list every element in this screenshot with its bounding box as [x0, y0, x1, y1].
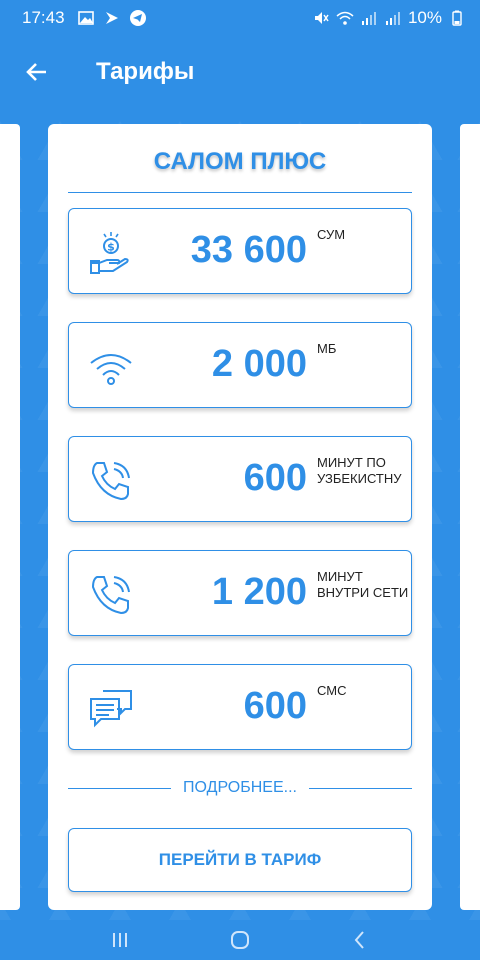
more-details-label: ПОДРОБНЕЕ... — [183, 779, 297, 796]
feature-price: $ 33 600 СУМ — [68, 208, 412, 294]
feature-value: 33 600 — [190, 229, 307, 271]
feature-internet: 2 000 МБ — [68, 322, 412, 408]
next-plan-card[interactable] — [460, 124, 480, 910]
battery-icon — [448, 9, 466, 27]
feature-value: 1 200 — [211, 571, 307, 613]
feature-minutes-country: 600 МИНУТ ПО УЗБЕКИСТНУ — [68, 436, 412, 522]
app-bar: Тарифы — [0, 36, 480, 108]
feature-unit: СУМ — [317, 227, 346, 242]
phone-icon — [87, 571, 135, 619]
status-bar: 17:43 10% — [0, 0, 480, 36]
sms-icon — [87, 685, 135, 733]
previous-plan-card[interactable] — [0, 124, 20, 910]
feature-value: 2 000 — [211, 343, 307, 385]
flag-icon — [103, 9, 121, 27]
feature-value: 600 — [243, 457, 307, 499]
feature-unit: МИНУТ ПО УЗБЕКИСТНУ — [317, 455, 402, 486]
recent-apps-button[interactable] — [100, 920, 140, 960]
plan-divider — [68, 192, 412, 193]
back-nav-button[interactable] — [340, 920, 380, 960]
money-hand-icon: $ — [87, 229, 135, 277]
feature-unit: МИНУТ ВНУТРИ СЕТИ — [317, 569, 409, 600]
status-time: 17:43 — [22, 8, 65, 27]
svg-text:$: $ — [107, 241, 115, 254]
page-title: Тарифы — [96, 58, 195, 85]
plan-card: САЛОМ ПЛЮС $ 33 600 СУМ 2 000 МБ 600 МИН… — [48, 124, 432, 910]
system-nav-bar — [0, 920, 480, 960]
arrow-left-icon — [26, 63, 46, 81]
back-button[interactable] — [0, 36, 74, 108]
divider-line — [308, 787, 412, 789]
go-to-tariff-button[interactable]: ПЕРЕЙТИ В ТАРИФ — [68, 828, 412, 892]
wifi-status-icon — [336, 9, 354, 27]
mute-icon — [312, 9, 330, 27]
wifi-icon — [87, 343, 135, 391]
feature-minutes-network: 1 200 МИНУТ ВНУТРИ СЕТИ — [68, 550, 412, 636]
feature-sms: 600 СМС — [68, 664, 412, 750]
feature-unit: МБ — [317, 341, 337, 356]
home-button[interactable] — [220, 920, 260, 960]
divider-line — [68, 787, 172, 789]
chevron-left-icon — [354, 931, 364, 949]
telegram-icon — [129, 9, 147, 27]
signal-icon-2 — [384, 9, 402, 27]
phone-icon — [87, 457, 135, 505]
feature-value: 600 — [243, 685, 307, 727]
signal-icon-1 — [360, 9, 378, 27]
plan-name: САЛОМ ПЛЮС — [153, 148, 327, 175]
feature-unit: СМС — [317, 683, 347, 698]
more-details-link[interactable]: ПОДРОБНЕЕ... — [68, 778, 412, 798]
home-icon — [231, 931, 249, 949]
battery-percent: 10% — [407, 8, 442, 27]
recent-apps-icon — [113, 933, 127, 947]
gallery-icon — [77, 9, 95, 27]
